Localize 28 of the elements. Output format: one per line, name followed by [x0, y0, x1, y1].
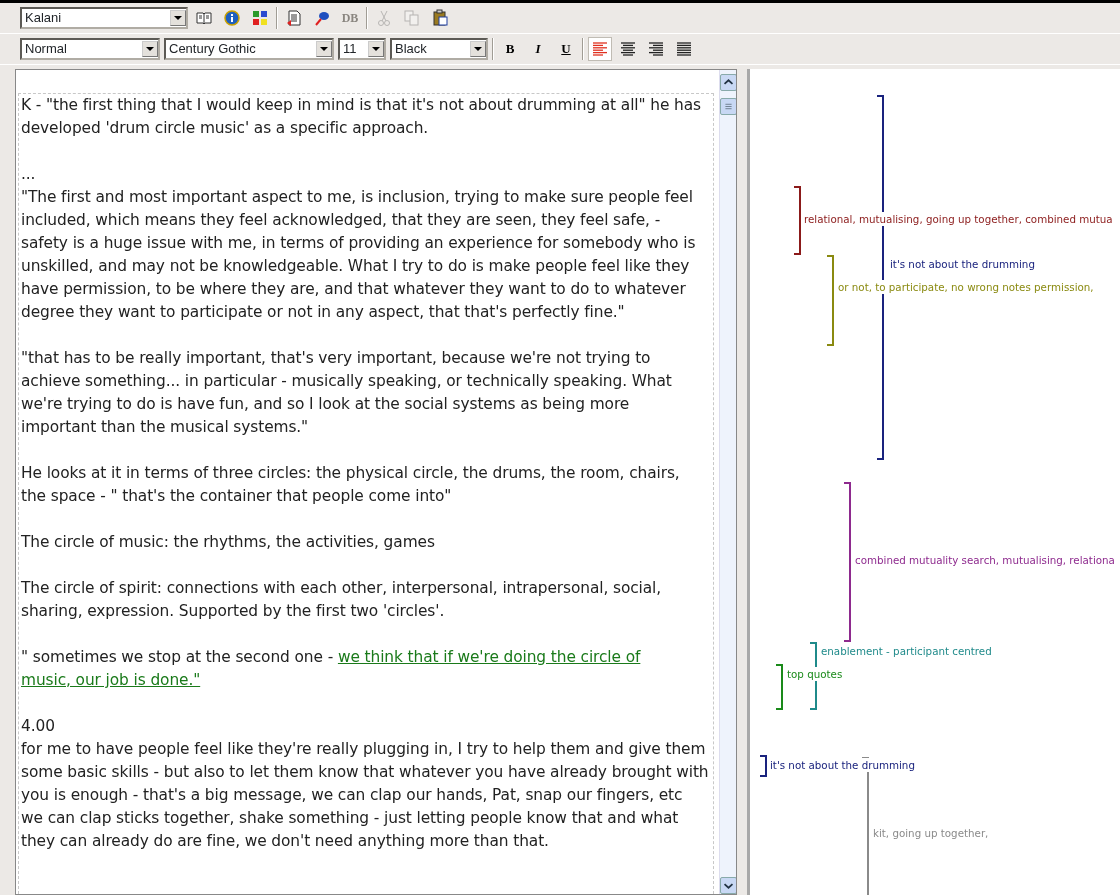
- document-paragraph: He looks at it in terms of three circles: the physical circle, the drums, the room, chairs, the space - " that's the container that people come into": [21, 463, 681, 507]
- size-combo[interactable]: 11: [338, 38, 386, 60]
- code-label[interactable]: kit, going up together,: [872, 826, 990, 840]
- document-paragraph: K - "the first thing that I would keep in mind is that it's not about drumming at all" he has developed 'drum circle music' as a specific approach.: [21, 95, 702, 139]
- code-label[interactable]: it's not about the drumming: [769, 758, 916, 772]
- italic-button[interactable]: I: [526, 37, 550, 61]
- code-label[interactable]: top quotes: [786, 667, 844, 681]
- code-label[interactable]: relational, mutualising, going up together, combined mutua: [803, 212, 1114, 226]
- code-label[interactable]: it's not about the drumming: [889, 257, 1036, 271]
- font-combo[interactable]: Century Gothic: [164, 38, 334, 60]
- document-paragraph: ...: [21, 164, 37, 185]
- document-paragraph: 4.00: [21, 716, 56, 737]
- underline-button[interactable]: U: [554, 37, 578, 61]
- code-label[interactable]: or not, to participate, no wrong notes permission,: [837, 280, 1095, 294]
- document-paragraph: " sometimes we stop at the second one - we think that if we're doing the circle of music, our job is done.": [21, 647, 642, 691]
- quote-link[interactable]: music, our job is done.": [21, 671, 201, 689]
- quote-link[interactable]: we think that if we're doing the circle of: [337, 648, 641, 666]
- document-paragraph: "The first and most important aspect to me, is inclusion, trying to make sure people feel included, which means they feel acknowledged, that they are seen, they feel safe, - safety is a huge issue with me, in terms of providing an experience for somebody who is unskilled, and may not be knowledgeable. What I try to do is make people feel like they have permission, to be where they are, and that whatever they want to do to whatever degree they want to participate or not in any aspect, that that's perfectly fine.": [21, 187, 697, 323]
- document-paragraph: "that has to be really important, that's very important, because we're not trying to achieve something... in particular - musically speaking, or technically speaking. What we're trying to do is have fun, and so I look at the social systems as being more important than the musical systems.": [21, 348, 673, 438]
- code-label[interactable]: enablement - participant centred: [820, 644, 993, 658]
- bold-button[interactable]: B: [498, 37, 522, 61]
- color-combo[interactable]: Black: [390, 38, 488, 60]
- document-paragraph: The circle of spirit: connections with each other, interpersonal, intrapersonal, social, sharing, expression. Supported by the first two 'circles'.: [21, 578, 663, 622]
- style-combo[interactable]: Normal: [20, 38, 160, 60]
- code-label[interactable]: combined mutuality search, mutualising, relationa: [854, 553, 1116, 567]
- document-paragraph: The circle of music: the rhythms, the activities, games: [21, 532, 436, 553]
- user-combo[interactable]: Kalani: [20, 7, 188, 29]
- document-paragraph: for me to have people feel like they're really plugging in, I try to help them and give them some basic skills - but also to let them know that whatever you have already brought with you is enough - that's a big message, we can clap our hands, Pat, snap our fingers, etc we can clap sticks together, shake something - just letting people know that and what they can already do are fine, we don't need anything more than that.: [21, 739, 709, 852]
